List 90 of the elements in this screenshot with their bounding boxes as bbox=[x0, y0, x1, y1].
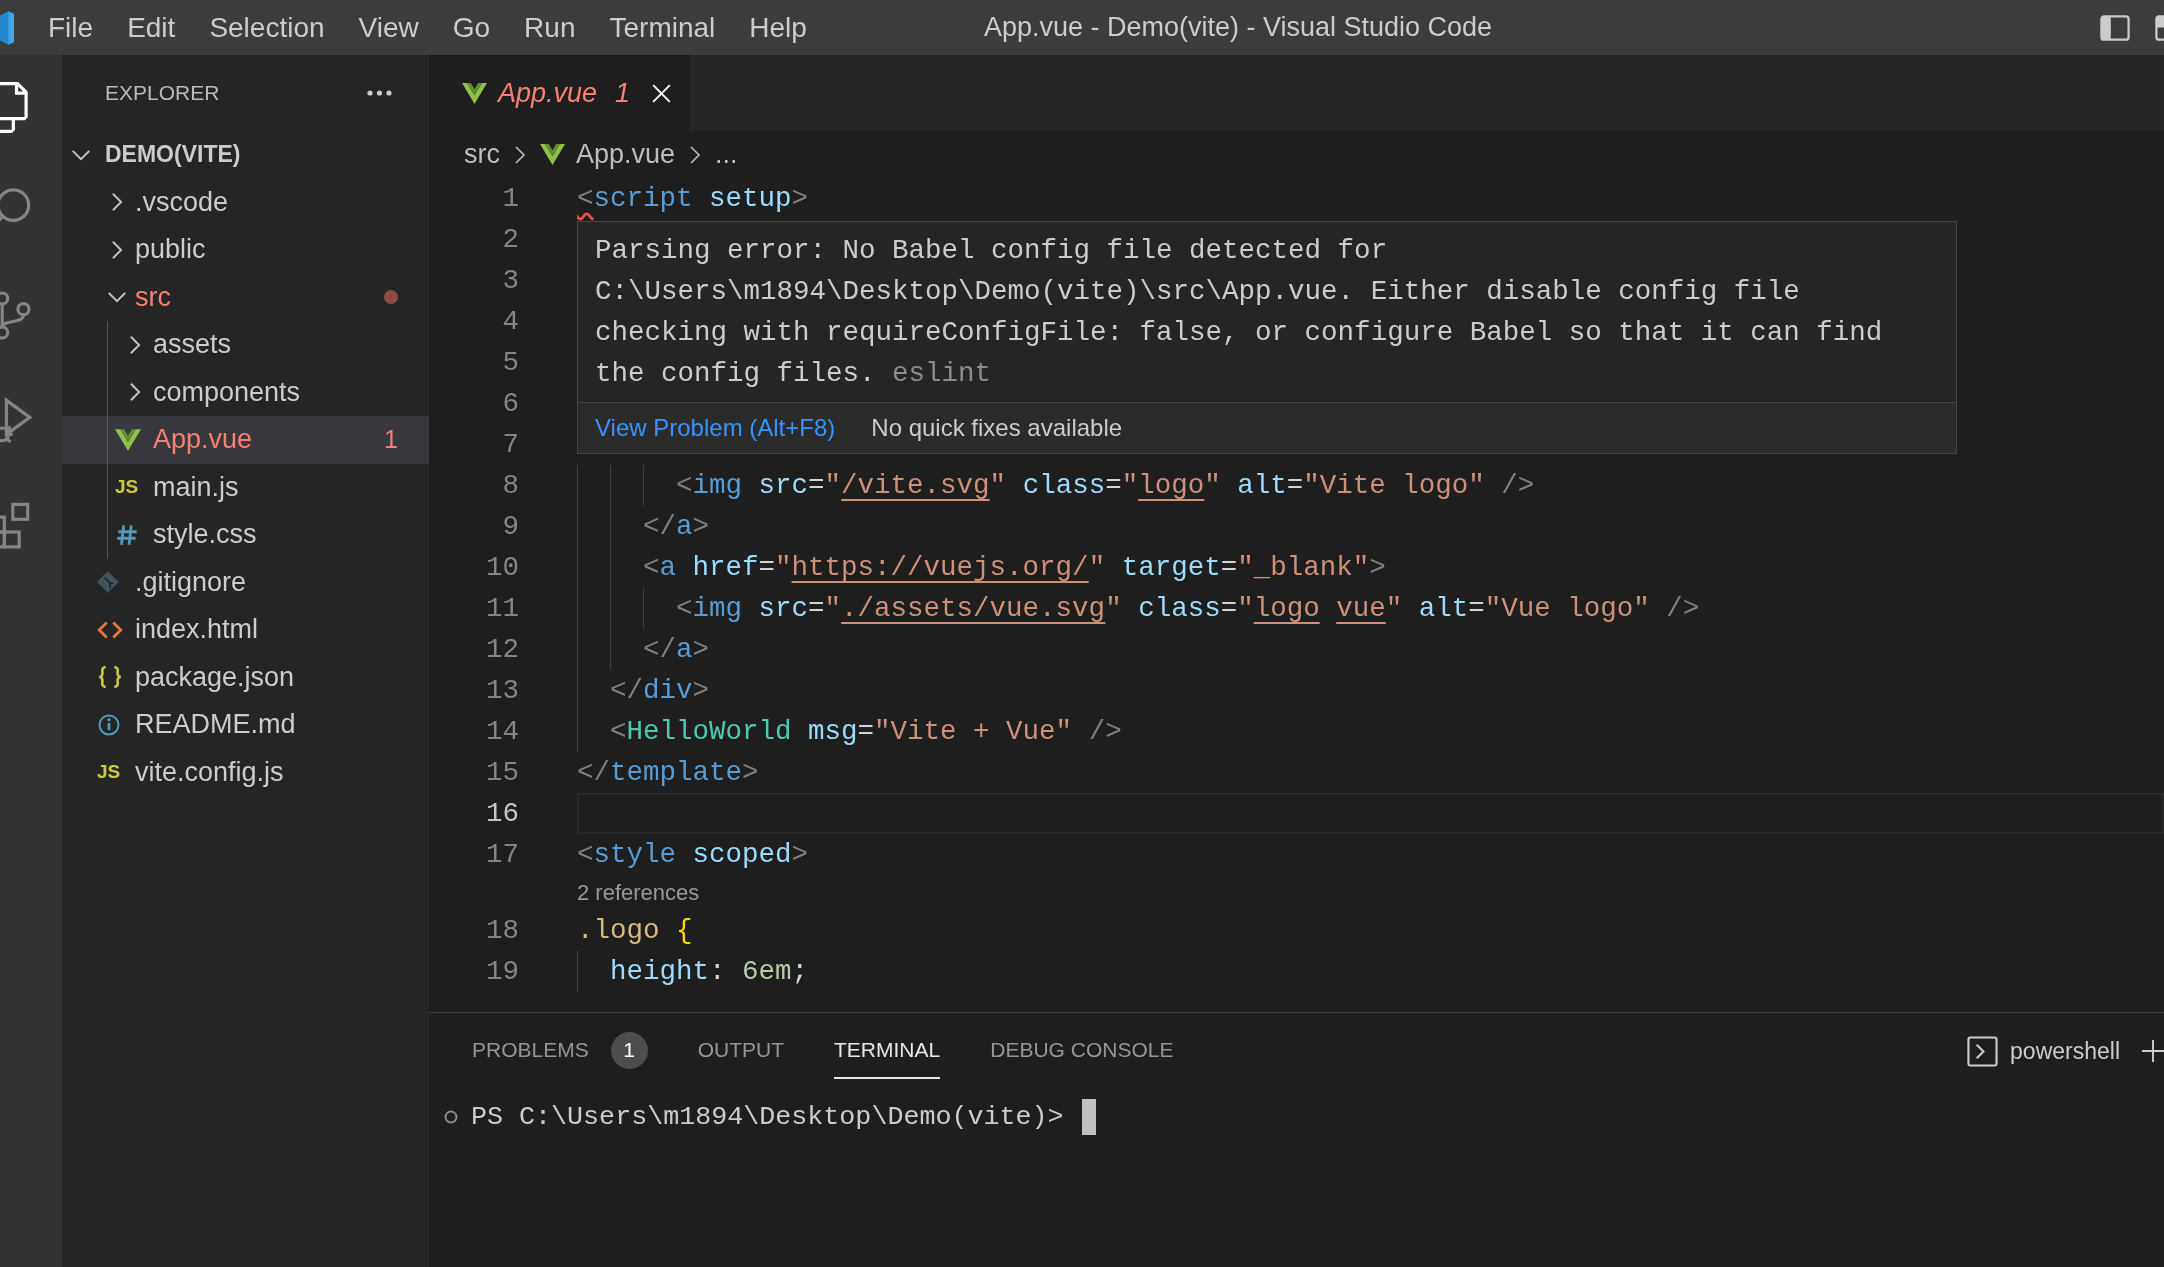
logo-icon bbox=[0, 10, 14, 45]
breadcrumb-item[interactable]: src bbox=[464, 139, 500, 170]
line-number: 12 bbox=[486, 634, 519, 665]
tree-item[interactable]: App.vue 1 bbox=[62, 416, 429, 464]
v-shape-icon bbox=[540, 144, 565, 165]
menu-item[interactable]: Terminal bbox=[592, 11, 733, 44]
quick-fix-note: No quick fixes available bbox=[871, 414, 1123, 442]
menu-item[interactable]: Selection bbox=[192, 11, 342, 44]
line-number: 3 bbox=[502, 265, 519, 296]
braces-icon bbox=[97, 666, 123, 689]
plus-icon[interactable] bbox=[2142, 1040, 2164, 1062]
tree-item[interactable]: JS vite.config.js bbox=[62, 748, 429, 796]
tree-item[interactable]: assets bbox=[62, 321, 429, 369]
error-message: Parsing error: No Babel config file detected for C:\Users\m1894\Desktop\Demo(vite)\src\App.vue. Either disable config file checking with requireConfigFile: false, or configure Babel so that it can find the config files. eslint bbox=[595, 234, 1884, 391]
line-number: 13 bbox=[486, 675, 519, 706]
line-number: 1 bbox=[502, 183, 519, 214]
code-line: </a> bbox=[643, 634, 710, 665]
tree-item[interactable]: src bbox=[62, 273, 429, 321]
tree-item[interactable]: style.css bbox=[62, 511, 429, 559]
line-number: 14 bbox=[486, 716, 519, 747]
code-line: height: 6em; bbox=[610, 956, 809, 987]
ring-icon bbox=[444, 1109, 458, 1124]
code-line: </div> bbox=[610, 675, 710, 706]
breadcrumb-item[interactable]: ... bbox=[715, 139, 738, 170]
code-line: <style scoped> bbox=[577, 839, 809, 870]
line-number: 15 bbox=[486, 757, 519, 788]
tree-item[interactable]: package.json bbox=[62, 653, 429, 701]
line-number: 5 bbox=[502, 347, 519, 378]
breadcrumb-item[interactable]: App.vue bbox=[540, 139, 676, 170]
terminal-instance[interactable]: powershell bbox=[1967, 1035, 2120, 1067]
line-number: 7 bbox=[502, 429, 519, 460]
code-line: </template> bbox=[577, 757, 759, 788]
menu-item[interactable]: View bbox=[341, 11, 436, 44]
chevron-right-icon bbox=[514, 144, 526, 165]
project-folder[interactable]: DEMO(VITE) bbox=[62, 131, 429, 179]
window-title: App.vue - Demo(vite) - Visual Studio Code bbox=[983, 12, 1493, 43]
panel-tab[interactable]: PROBLEMS 1 bbox=[472, 1023, 648, 1079]
problem-count: 1 bbox=[615, 77, 631, 109]
line-number: 10 bbox=[486, 552, 519, 583]
line-number: 4 bbox=[502, 306, 519, 337]
code-line: <HelloWorld msg="Vite + Vue" /> bbox=[610, 716, 1122, 747]
code-line: .logo { bbox=[577, 915, 693, 946]
tree-item[interactable]: public bbox=[62, 226, 429, 274]
sidebar-toggle-icon[interactable] bbox=[2100, 12, 2130, 43]
panel-tab[interactable]: OUTPUT bbox=[697, 1023, 785, 1079]
panel-tab[interactable]: TERMINAL bbox=[834, 1023, 941, 1079]
count-badge: 1 bbox=[610, 1031, 648, 1069]
code-lens[interactable]: 2 references bbox=[577, 879, 700, 906]
branch-icon[interactable] bbox=[0, 289, 32, 341]
tree-item[interactable]: .vscode bbox=[62, 178, 429, 226]
terminal-cursor bbox=[1081, 1098, 1096, 1135]
js-file-icon: JS bbox=[115, 476, 139, 499]
code-line: <a href="https://vuejs.org/" target="_blank"> bbox=[643, 552, 1386, 583]
terminal-prompt: PS C:\Users\m1894\Desktop\Demo(vite)> bbox=[471, 1101, 1064, 1132]
tree-item[interactable]: README.md bbox=[62, 701, 429, 749]
problem-count: 1 bbox=[384, 425, 398, 455]
tree-item[interactable]: index.html bbox=[62, 606, 429, 654]
view-problem-link[interactable]: View Problem (Alt+F8) bbox=[595, 414, 836, 442]
line-number: 9 bbox=[502, 511, 519, 542]
code-line: <img src="/vite.svg" class="logo" alt="Vite logo" /> bbox=[676, 470, 1535, 501]
js-file-icon: JS bbox=[97, 761, 121, 784]
close-icon[interactable] bbox=[652, 83, 672, 103]
line-number: 6 bbox=[502, 388, 519, 419]
menu-item[interactable]: File bbox=[31, 11, 111, 44]
chevron-right-icon bbox=[689, 144, 702, 165]
line-number: 2 bbox=[502, 224, 519, 255]
line-number: 16 bbox=[486, 798, 519, 829]
line-number: 19 bbox=[486, 956, 519, 987]
terminal-icon bbox=[1967, 1035, 1999, 1067]
menu-item[interactable]: Help bbox=[732, 11, 824, 44]
tree-item[interactable]: JS main.js bbox=[62, 463, 429, 511]
code-line: </a> bbox=[643, 511, 710, 542]
line-number: 18 bbox=[486, 915, 519, 946]
layout-icon[interactable] bbox=[2155, 12, 2164, 43]
more-icon[interactable] bbox=[366, 89, 393, 97]
editor-tab[interactable]: App.vue 1 bbox=[429, 55, 691, 131]
line-number: 8 bbox=[502, 470, 519, 501]
code-line: <script setup> bbox=[577, 183, 809, 214]
v-shape-icon bbox=[462, 82, 487, 104]
line-number: 11 bbox=[486, 593, 519, 624]
line-number: 17 bbox=[486, 839, 519, 870]
menu-item[interactable]: Edit bbox=[110, 11, 193, 44]
tree-item[interactable]: components bbox=[62, 368, 429, 416]
v-shape-icon bbox=[115, 428, 141, 451]
sidebar-title: EXPLORER bbox=[105, 81, 220, 105]
code-line: <img src="./assets/vue.svg" class="logo vue" alt="Vue logo" /> bbox=[676, 593, 1700, 624]
panel-tab[interactable]: DEBUG CONSOLE bbox=[990, 1023, 1174, 1079]
menu-item[interactable]: Run bbox=[507, 11, 593, 44]
menu-item[interactable]: Go bbox=[435, 11, 508, 44]
tree-item[interactable]: .gitignore bbox=[62, 558, 429, 606]
